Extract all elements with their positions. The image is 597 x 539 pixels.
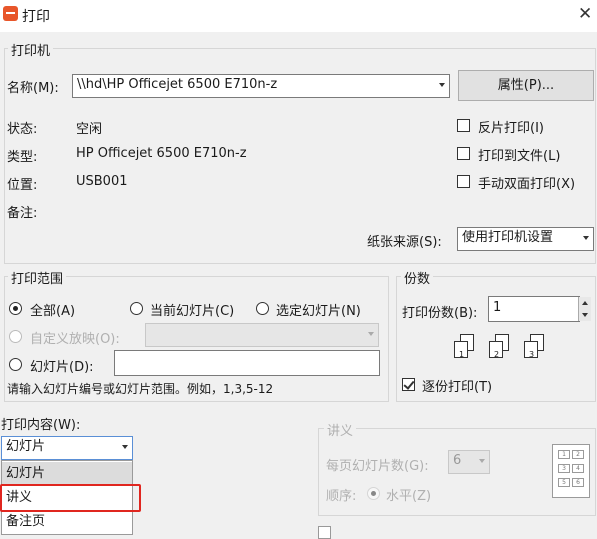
order-label: 顺序: [326,489,357,504]
order-horizontal-label: 水平(Z) [386,489,432,504]
print-content-value: 幻灯片 [6,439,46,454]
chevron-down-icon [583,236,589,240]
collate-pages-icon-1: 1 [452,334,474,359]
close-icon[interactable]: ✕ [578,4,592,24]
collate-label[interactable]: 逐份打印(T) [422,376,492,395]
copies-spinner[interactable] [578,297,591,321]
printer-name-value: \\hd\HP Officejet 6500 E710n-z [77,77,278,92]
window-title: 打印 [22,9,50,25]
layout-cell: 5 [558,478,570,487]
range-all-radio[interactable] [9,302,22,315]
manual-duplex-checkbox[interactable] [457,175,470,188]
page-number: 1 [459,350,465,359]
spin-up-icon[interactable] [582,301,588,305]
copies-count-label: 打印份数(B): [402,306,478,321]
printer-group-label: 打印机 [8,40,54,59]
range-custom-label: 自定义放映(O): [30,332,120,347]
custom-show-select [145,323,379,347]
chevron-down-icon [122,445,128,449]
range-custom-radio [9,330,22,343]
order-horizontal-radio [367,487,380,500]
print-to-file-label[interactable]: 打印到文件(L) [478,145,560,164]
print-content-label: 打印内容(W): [1,418,81,433]
comment-label: 备注: [7,206,38,221]
per-page-label: 每页幻灯片数(G): [326,459,429,474]
per-page-select: 6 [448,450,490,474]
printer-name-label: 名称(M): [7,81,59,96]
range-hint-text: 请输入幻灯片编号或幻灯片范围。例如，1,3,5-12 [7,382,274,396]
paper-source-select[interactable]: 使用打印机设置 [457,227,594,251]
type-label: 类型: [7,150,38,165]
paper-source-value: 使用打印机设置 [462,230,554,245]
range-selected-label[interactable]: 选定幻灯片(N) [276,300,361,319]
chevron-down-icon [439,83,445,87]
dropdown-option-notes[interactable]: 备注页 [2,510,132,534]
collate-pages-icon-3: 3 [522,334,544,359]
print-content-select[interactable]: 幻灯片 [1,436,133,460]
printer-name-select[interactable]: \\hd\HP Officejet 6500 E710n-z [72,74,450,98]
chevron-down-icon [479,459,485,463]
range-slides-radio[interactable] [9,358,22,371]
layout-cell: 1 [558,450,570,459]
range-all-label[interactable]: 全部(A) [30,300,75,319]
spin-down-icon[interactable] [582,313,588,317]
paper-source-label: 纸张来源(S): [367,235,442,250]
chevron-down-icon [368,332,374,336]
page-number: 2 [494,350,500,359]
collate-pages-icon-2: 2 [487,334,509,359]
layout-cell: 2 [572,450,584,459]
layout-cell: 4 [572,464,584,473]
copies-count-input[interactable]: 1 [488,296,580,322]
per-page-value: 6 [453,453,462,468]
location-label: 位置: [7,178,38,193]
collate-checkbox[interactable] [402,378,415,391]
highlight-annotation-box [0,484,141,512]
copies-count-value: 1 [493,300,502,315]
dropdown-option-slides[interactable]: 幻灯片 [2,462,132,486]
handouts-label: 讲义 [324,420,357,439]
reverse-print-label[interactable]: 反片打印(I) [478,117,544,136]
handout-layout-preview: 1 2 3 4 5 6 [552,444,590,498]
range-slides-label[interactable]: 幻灯片(D): [30,356,94,375]
status-label: 状态: [7,122,38,137]
slides-range-input[interactable] [114,350,380,376]
location-value: USB001 [76,174,128,189]
range-current-radio[interactable] [130,302,143,315]
manual-duplex-label[interactable]: 手动双面打印(X) [478,173,575,192]
print-to-file-checkbox[interactable] [457,147,470,160]
copies-label: 份数 [401,268,434,287]
app-logo-icon [3,6,18,21]
title-bar [0,0,597,32]
properties-button[interactable]: 属性(P)... [458,70,594,101]
range-selected-radio[interactable] [256,302,269,315]
layout-cell: 3 [558,464,570,473]
layout-cell: 6 [572,478,584,487]
print-range-label: 打印范围 [8,268,67,287]
range-current-label[interactable]: 当前幻灯片(C) [150,300,234,319]
type-value: HP Officejet 6500 E710n-z [76,146,247,161]
reverse-print-checkbox[interactable] [457,119,470,132]
status-value: 空闲 [76,122,103,137]
page-number: 3 [529,350,535,359]
